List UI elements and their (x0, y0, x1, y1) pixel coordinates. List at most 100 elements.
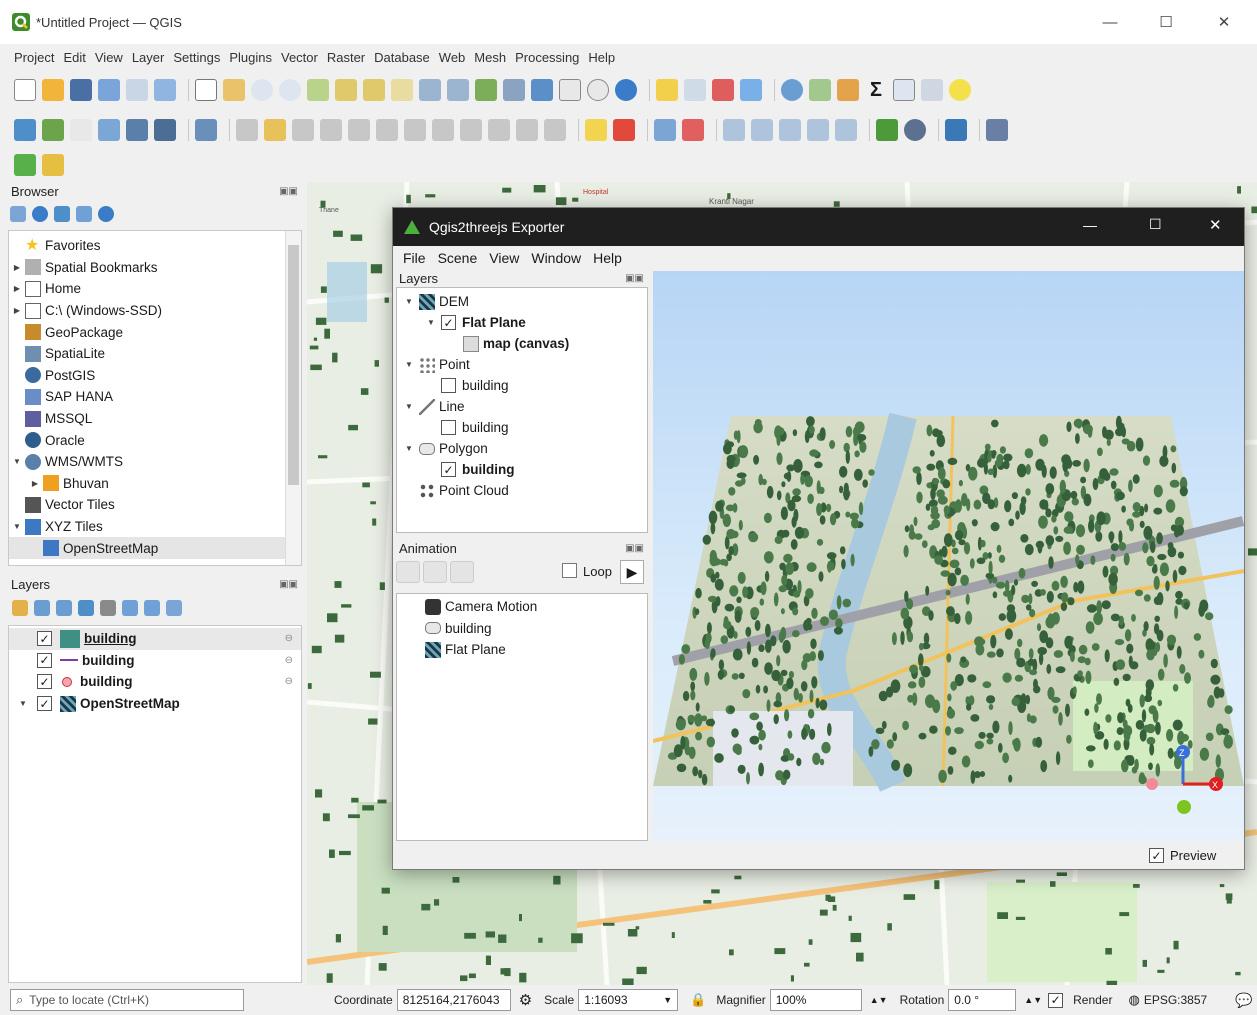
pan-to-selection-icon[interactable] (223, 79, 245, 101)
expand-all-icon[interactable] (122, 600, 138, 616)
render-checkbox[interactable]: ✓ (1048, 992, 1064, 1008)
paste-icon[interactable] (488, 119, 510, 141)
dialog-menu-view[interactable]: View (489, 250, 519, 266)
collapse-all-icon[interactable] (76, 206, 92, 222)
copy-icon[interactable] (460, 119, 482, 141)
label-pin2-icon[interactable] (835, 119, 857, 141)
vertex-tool-icon[interactable] (348, 119, 370, 141)
export-tree-item[interactable]: ▼ Point (397, 354, 647, 375)
browser-item-8[interactable]: MSSQL (9, 408, 301, 430)
vertex-icon[interactable] (70, 119, 92, 141)
export-tree-item[interactable]: map (canvas) (397, 333, 647, 354)
statistics-icon[interactable] (893, 79, 915, 101)
label-highlight-icon[interactable] (682, 119, 704, 141)
properties-icon[interactable] (98, 206, 114, 222)
menu-edit[interactable]: Edit (63, 50, 85, 65)
zoom-next-icon[interactable] (447, 79, 469, 101)
label-change-icon[interactable] (807, 119, 829, 141)
menu-layer[interactable]: Layer (132, 50, 165, 65)
layer-export-checkbox[interactable]: ✓ (441, 462, 456, 477)
lock-icon[interactable]: 🔒 (690, 992, 706, 1008)
dialog-menu-window[interactable]: Window (531, 250, 581, 266)
panel-float-close-icon[interactable]: ▣▣ (625, 541, 644, 557)
panel-float-close-icon[interactable]: ▣▣ (279, 182, 298, 202)
expand-arrow-icon[interactable]: ▶ (11, 284, 23, 293)
browser-item-2[interactable]: ▶ Home (9, 278, 301, 300)
remove-layer-icon[interactable] (166, 600, 182, 616)
coordinate-input[interactable]: 8125164,2176043 (396, 989, 511, 1011)
sum-icon[interactable]: Σ (865, 79, 887, 101)
select-value-icon[interactable] (684, 79, 706, 101)
browser-item-1[interactable]: ▶ Spatial Bookmarks (9, 257, 301, 279)
preview-checkbox[interactable]: ✓ (1149, 848, 1164, 863)
crs-button[interactable]: EPSG:3857 (1144, 993, 1207, 1007)
search-map-icon[interactable] (14, 154, 36, 176)
expand-arrow-icon[interactable]: ▼ (11, 457, 23, 466)
browser-scrollbar[interactable] (285, 231, 301, 565)
menu-mesh[interactable]: Mesh (474, 50, 506, 65)
refresh-browser-icon[interactable] (32, 206, 48, 222)
open-project-icon[interactable] (42, 79, 64, 101)
label-move-icon[interactable] (751, 119, 773, 141)
expand-arrow-icon[interactable]: ▼ (11, 522, 23, 531)
dialog-menu-file[interactable]: File (403, 250, 426, 266)
collapse-all-layers-icon[interactable] (144, 600, 160, 616)
expand-arrow-icon[interactable]: ▼ (403, 444, 415, 453)
browser-item-13[interactable]: ▼ XYZ Tiles (9, 516, 301, 538)
deselect-icon[interactable] (712, 79, 734, 101)
panel-float-close-icon[interactable]: ▣▣ (279, 575, 298, 595)
temp-layer-icon[interactable] (126, 119, 148, 141)
preview-toggle[interactable]: ✓ Preview (1149, 848, 1216, 863)
browser-item-12[interactable]: Vector Tiles (9, 494, 301, 516)
rotation-input[interactable]: 0.0 ° (948, 989, 1017, 1011)
messages-icon[interactable]: 💬 (1235, 992, 1252, 1009)
digitize-icon[interactable] (98, 119, 120, 141)
browser-item-10[interactable]: ▼ WMS/WMTS (9, 451, 301, 473)
dialog-maximize-button[interactable]: ☐ (1149, 216, 1162, 233)
delete-icon[interactable] (404, 119, 426, 141)
menu-plugins[interactable]: Plugins (229, 50, 272, 65)
maximize-button[interactable]: ☐ (1146, 10, 1186, 34)
rotation-spin-icon[interactable]: ▲▼ (1024, 995, 1042, 1005)
new-layer-icon[interactable] (14, 119, 36, 141)
modify-attributes-icon[interactable] (376, 119, 398, 141)
expand-arrow-icon[interactable]: ▶ (29, 479, 41, 488)
dialog-close-button[interactable]: ✕ (1209, 216, 1222, 234)
browser-item-7[interactable]: SAP HANA (9, 386, 301, 408)
add-feature-icon[interactable] (320, 119, 342, 141)
label-pin-icon[interactable] (654, 119, 676, 141)
manage-visibility-icon[interactable] (56, 600, 72, 616)
browser-item-0[interactable]: ★ Favorites (9, 235, 301, 257)
menu-project[interactable]: Project (14, 50, 54, 65)
expand-arrow-icon[interactable]: ▼ (17, 699, 29, 708)
menu-database[interactable]: Database (374, 50, 430, 65)
loop-checkbox[interactable] (562, 563, 577, 578)
label-rotate-icon[interactable] (779, 119, 801, 141)
virtual-layer-icon[interactable] (154, 119, 176, 141)
undo-icon[interactable] (516, 119, 538, 141)
bookmark-icon[interactable] (531, 79, 553, 101)
magnifier-input[interactable]: 100% (769, 989, 862, 1011)
temporal-icon[interactable] (587, 79, 609, 101)
browser-item-9[interactable]: Oracle (9, 429, 301, 451)
plugin-globe-icon[interactable] (904, 119, 926, 141)
zoom-layer-icon[interactable] (363, 79, 385, 101)
new-project-icon[interactable] (14, 79, 36, 101)
layer-point-checkbox[interactable]: ✓ (37, 674, 52, 690)
layer-embedded-icon[interactable]: ⊖ (285, 655, 293, 666)
select-location-icon[interactable] (740, 79, 762, 101)
filter-icon[interactable] (54, 206, 70, 222)
menu-processing[interactable]: Processing (515, 50, 579, 65)
extents-toggle-icon[interactable]: ⚙ (519, 991, 532, 1009)
export-tree-item[interactable]: ✓ building (397, 459, 647, 480)
scale-select[interactable]: 1:16093 ▼ (578, 989, 679, 1011)
layer-export-checkbox[interactable] (441, 378, 456, 393)
edit-pencil-icon[interactable] (236, 119, 258, 141)
cut-icon[interactable] (432, 119, 454, 141)
zoom-selection-icon[interactable] (335, 79, 357, 101)
expand-arrow-icon[interactable]: ▼ (403, 402, 415, 411)
refresh-icon[interactable] (615, 79, 637, 101)
zoom-native-icon[interactable] (391, 79, 413, 101)
menu-view[interactable]: View (95, 50, 123, 65)
expand-arrow-icon[interactable]: ▶ (11, 263, 23, 272)
